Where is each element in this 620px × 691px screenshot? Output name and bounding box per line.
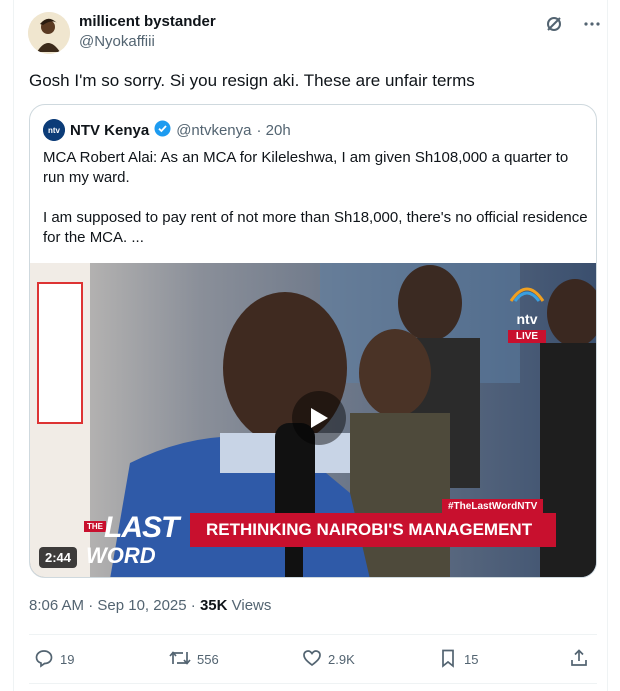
- share-button[interactable]: [569, 648, 589, 671]
- video-duration: 2:44: [39, 547, 78, 568]
- quoted-time[interactable]: · 20h: [256, 122, 290, 139]
- show-last-label: LAST: [104, 511, 179, 544]
- like-button[interactable]: 2.9K: [302, 648, 355, 671]
- more-options-icon[interactable]: [582, 14, 602, 34]
- show-the-label: THE: [84, 521, 106, 532]
- views-label: Views: [227, 597, 272, 614]
- ntv-live-badge: ntv LIVE: [496, 281, 558, 344]
- views-count: 35K: [199, 597, 228, 614]
- avatar[interactable]: [28, 12, 70, 54]
- quoted-author-handle[interactable]: @ntvkenya: [176, 122, 251, 139]
- repost-count: 556: [197, 652, 219, 667]
- reply-icon: [34, 648, 54, 671]
- bookmark-button[interactable]: 15: [438, 648, 478, 671]
- share-icon: [569, 648, 589, 671]
- ntv-badge-text: ntv: [516, 311, 538, 327]
- tweet-timestamp[interactable]: 8:06 AM · Sep 10, 2025 ·: [29, 597, 200, 614]
- quoted-text-para1: MCA Robert Alai: As an MCA for Kileleshw…: [43, 149, 569, 186]
- like-count: 2.9K: [328, 652, 355, 667]
- video-player[interactable]: ntv LIVE #TheLastWordNTV THE LAST WORD R…: [30, 263, 596, 577]
- bookmark-count: 15: [464, 652, 479, 667]
- show-hashtag: #TheLastWordNTV: [442, 499, 544, 514]
- reply-button[interactable]: 19: [34, 648, 74, 671]
- svg-text:ntv: ntv: [48, 126, 61, 135]
- bookmark-icon: [438, 648, 458, 671]
- repost-button[interactable]: 556: [169, 648, 219, 671]
- quoted-tweet[interactable]: ntv NTV Kenya @ntvkenya · 20h MCA Robert…: [29, 104, 597, 578]
- grok-icon[interactable]: [544, 14, 564, 34]
- author-name[interactable]: millicent bystander: [79, 13, 216, 30]
- repost-icon: [169, 648, 191, 671]
- play-icon[interactable]: [292, 391, 346, 445]
- tweet-text: Gosh I'm so sorry. Si you resign aki. Th…: [29, 71, 475, 90]
- action-bar: 19 556 2.9K 15: [29, 648, 597, 670]
- heart-icon: [302, 648, 322, 671]
- live-label: LIVE: [507, 330, 547, 343]
- show-word-label: WORD: [86, 543, 156, 568]
- tweet-meta[interactable]: 8:06 AM · Sep 10, 2025 · 35K Views: [29, 597, 271, 614]
- quoted-text-para2: I am supposed to pay rent of not more th…: [43, 209, 588, 246]
- divider: [29, 683, 597, 684]
- ntv-logo-avatar[interactable]: ntv: [43, 119, 65, 141]
- divider: [29, 634, 597, 635]
- reply-count: 19: [60, 652, 75, 667]
- author-handle[interactable]: @Nyokaffiii: [79, 33, 155, 50]
- verified-badge-icon: [154, 120, 171, 141]
- lower-third-banner: RETHINKING NAIROBI'S MANAGEMENT: [190, 513, 556, 547]
- quoted-author-name[interactable]: NTV Kenya: [70, 122, 149, 139]
